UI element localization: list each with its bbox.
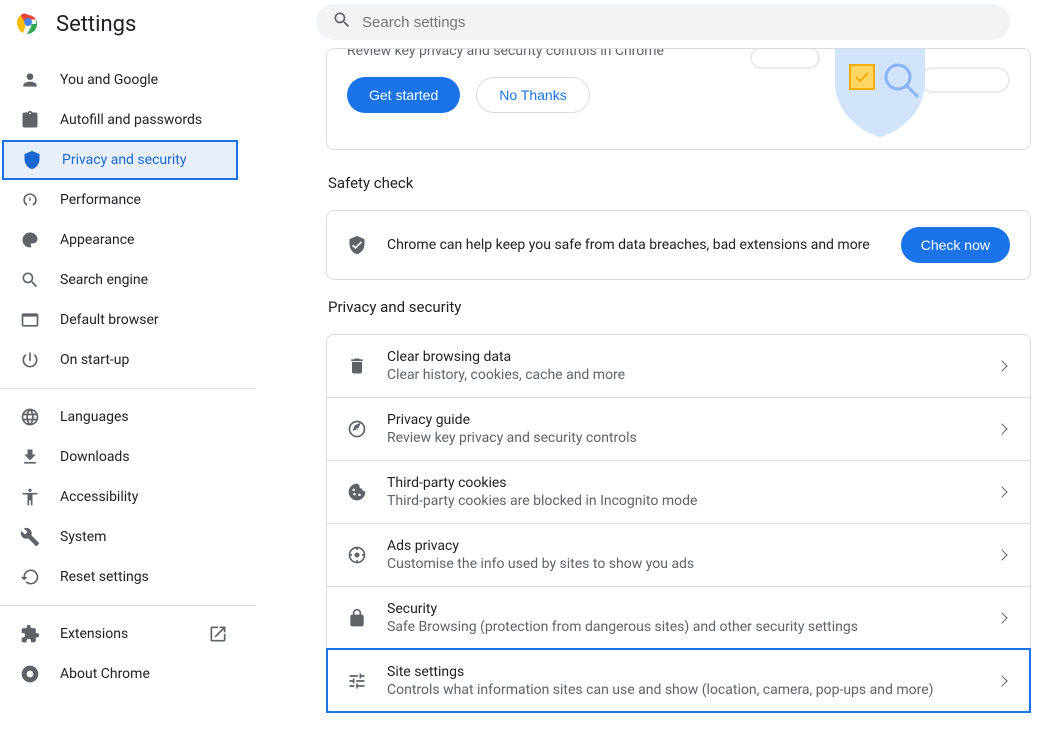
compass-icon [347, 419, 367, 439]
privacy-illustration [750, 48, 1010, 127]
sidebar-item-privacy-security[interactable]: Privacy and security [2, 140, 238, 180]
row-title: Third-party cookies [387, 475, 978, 491]
clipboard-icon [20, 110, 40, 130]
ads-icon [347, 545, 367, 565]
sidebar-item-search-engine[interactable]: Search engine [0, 260, 248, 300]
person-icon [20, 70, 40, 90]
sidebar-item-default-browser[interactable]: Default browser [0, 300, 248, 340]
sidebar-item-on-startup[interactable]: On start-up [0, 340, 248, 380]
sidebar-item-label: Search engine [60, 272, 148, 288]
row-ads-privacy[interactable]: Ads privacy Customise the info used by s… [327, 523, 1030, 586]
chevron-right-icon [996, 675, 1007, 686]
sidebar-item-label: Downloads [60, 449, 130, 465]
sidebar-item-label: You and Google [60, 72, 158, 88]
sidebar-item-label: Privacy and security [62, 152, 186, 168]
sidebar-item-languages[interactable]: Languages [0, 397, 248, 437]
extension-icon [20, 624, 40, 644]
row-privacy-guide[interactable]: Privacy guide Review key privacy and sec… [327, 397, 1030, 460]
page-title: Settings [56, 12, 136, 37]
safety-check-heading: Safety check [328, 174, 1031, 192]
divider [0, 605, 256, 606]
chevron-right-icon [996, 549, 1007, 560]
row-subtitle: Third-party cookies are blocked in Incog… [387, 493, 978, 509]
chevron-right-icon [996, 486, 1007, 497]
row-subtitle: Review key privacy and security controls [387, 430, 978, 446]
sidebar-item-you-and-google[interactable]: You and Google [0, 60, 248, 100]
privacy-guide-card: Review key privacy and security controls… [326, 48, 1031, 150]
chevron-right-icon [996, 360, 1007, 371]
row-security[interactable]: Security Safe Browsing (protection from … [327, 586, 1030, 649]
lock-icon [347, 608, 367, 628]
download-icon [20, 447, 40, 467]
search-settings[interactable] [316, 4, 1010, 40]
privacy-security-list: Clear browsing data Clear history, cooki… [326, 334, 1031, 713]
sidebar-item-label: Performance [60, 192, 141, 208]
sidebar-item-appearance[interactable]: Appearance [0, 220, 248, 260]
row-site-settings[interactable]: Site settings Controls what information … [327, 649, 1030, 712]
safety-check-text: Chrome can help keep you safe from data … [387, 237, 881, 253]
search-input[interactable] [362, 14, 994, 31]
row-title: Privacy guide [387, 412, 978, 428]
row-third-party-cookies[interactable]: Third-party cookies Third-party cookies … [327, 460, 1030, 523]
row-clear-browsing-data[interactable]: Clear browsing data Clear history, cooki… [327, 335, 1030, 397]
power-icon [20, 350, 40, 370]
check-now-button[interactable]: Check now [901, 227, 1010, 263]
sidebar-item-label: Accessibility [60, 489, 138, 505]
shield-check-icon [347, 235, 367, 255]
trash-icon [347, 356, 367, 376]
row-subtitle: Safe Browsing (protection from dangerous… [387, 619, 978, 635]
sidebar-item-label: Languages [60, 409, 129, 425]
sidebar-item-label: On start-up [60, 352, 129, 368]
sidebar-item-about-chrome[interactable]: About Chrome [0, 654, 248, 694]
get-started-button[interactable]: Get started [347, 77, 460, 113]
sidebar-item-label: Extensions [60, 626, 128, 642]
sidebar-item-label: Reset settings [60, 569, 149, 585]
accessibility-icon [20, 487, 40, 507]
chevron-right-icon [996, 423, 1007, 434]
sidebar-item-autofill[interactable]: Autofill and passwords [0, 100, 248, 140]
cookie-icon [347, 482, 367, 502]
open-external-icon [208, 624, 228, 644]
divider [0, 388, 256, 389]
row-subtitle: Customise the info used by sites to show… [387, 556, 978, 572]
row-title: Security [387, 601, 978, 617]
row-subtitle: Controls what information sites can use … [387, 682, 978, 698]
sidebar-item-performance[interactable]: Performance [0, 180, 248, 220]
sidebar-item-label: About Chrome [60, 666, 150, 682]
sidebar-item-label: Default browser [60, 312, 159, 328]
main-content: Review key privacy and security controls… [256, 48, 1057, 739]
search-icon [332, 10, 352, 34]
sidebar: You and Google Autofill and passwords Pr… [0, 48, 256, 739]
chrome-logo-icon [16, 10, 40, 38]
sidebar-item-system[interactable]: System [0, 517, 248, 557]
search-icon [20, 270, 40, 290]
sidebar-item-reset[interactable]: Reset settings [0, 557, 248, 597]
tune-icon [347, 671, 367, 691]
privacy-security-heading: Privacy and security [328, 298, 1031, 316]
guide-subtitle: Review key privacy and security controls… [347, 48, 664, 59]
sidebar-item-label: Appearance [60, 232, 134, 248]
sidebar-item-extensions[interactable]: Extensions [0, 614, 248, 654]
sidebar-item-label: Autofill and passwords [60, 112, 202, 128]
restore-icon [20, 567, 40, 587]
browser-icon [20, 310, 40, 330]
chrome-icon [20, 664, 40, 684]
sidebar-item-downloads[interactable]: Downloads [0, 437, 248, 477]
wrench-icon [20, 527, 40, 547]
sidebar-item-label: System [60, 529, 106, 545]
no-thanks-button[interactable]: No Thanks [476, 77, 589, 113]
row-title: Site settings [387, 664, 978, 680]
safety-check-card: Chrome can help keep you safe from data … [326, 210, 1031, 280]
row-title: Clear browsing data [387, 349, 978, 365]
palette-icon [20, 230, 40, 250]
globe-icon [20, 407, 40, 427]
row-subtitle: Clear history, cookies, cache and more [387, 367, 978, 383]
shield-icon [22, 150, 42, 170]
speedometer-icon [20, 190, 40, 210]
sidebar-item-accessibility[interactable]: Accessibility [0, 477, 248, 517]
chevron-right-icon [996, 612, 1007, 623]
row-title: Ads privacy [387, 538, 978, 554]
